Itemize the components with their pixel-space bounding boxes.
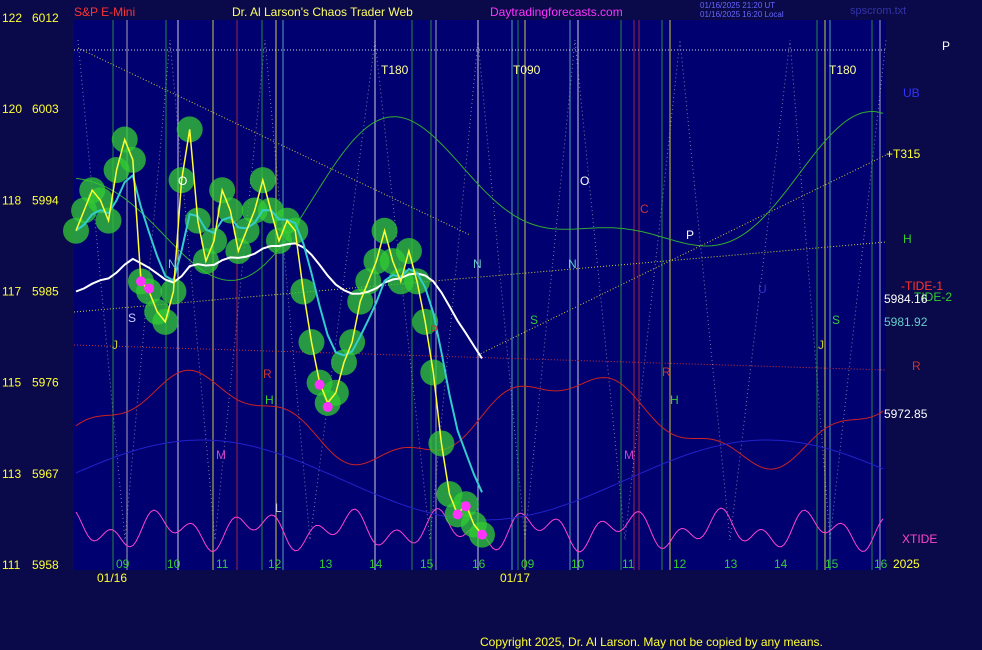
y-tick-outer: 111 <box>2 558 21 572</box>
x-tick-hour: 15 <box>420 557 434 571</box>
planet-letter: N <box>168 257 177 271</box>
x-tick-hour: 12 <box>268 557 282 571</box>
price-label: 5984.16 <box>884 292 928 306</box>
planet-letter: R <box>263 367 272 381</box>
chaos-trader-chart: S&P E-Mini Dr. Al Larson's Chaos Trader … <box>2 1 952 649</box>
x-tick-hour: 09 <box>116 557 130 571</box>
author-title: Dr. Al Larson's Chaos Trader Web <box>232 5 413 19</box>
planet-letter: J <box>818 338 824 352</box>
planet-letter: S <box>530 313 538 327</box>
x-tick-hour: 14 <box>369 557 383 571</box>
planet-letter: S <box>832 313 840 327</box>
y-tick-inner: 6012 <box>32 11 59 25</box>
right-label: R <box>912 359 921 373</box>
y-tick-outer: 115 <box>2 376 21 390</box>
y-tick-inner: 5958 <box>32 558 59 572</box>
right-label: +T315 <box>886 147 921 161</box>
x-tick-hour: 16 <box>472 557 486 571</box>
marker-dot <box>452 509 463 520</box>
time-marker: T180 <box>381 63 409 77</box>
marker-dot <box>135 276 146 287</box>
time-marker: T090 <box>513 63 541 77</box>
right-label: P <box>942 39 950 53</box>
y-tick-inner: 5967 <box>32 467 59 481</box>
planet-letter: O <box>580 174 589 188</box>
y-tick-outer: 113 <box>2 467 21 481</box>
y-tick-inner: 5976 <box>32 376 59 390</box>
x-tick-hour: 15 <box>825 557 839 571</box>
x-tick-hour: 10 <box>167 557 181 571</box>
marker-dot <box>460 501 471 512</box>
x-tick-hour: 11 <box>216 557 229 571</box>
y-tick-inner: 5985 <box>32 285 59 299</box>
planet-letter: P <box>686 228 694 242</box>
right-label: XTIDE <box>902 532 937 546</box>
planet-letter: H <box>265 393 274 407</box>
site-link[interactable]: Daytradingforecasts.com <box>490 5 623 19</box>
y-tick-outer: 118 <box>2 193 21 207</box>
x-tick-hour: 14 <box>774 557 788 571</box>
y-tick-inner: 6003 <box>32 102 59 116</box>
right-label: H <box>903 232 912 246</box>
chart-title: S&P E-Mini <box>74 5 135 19</box>
planet-letter: L <box>275 501 282 515</box>
planet-letter: P <box>430 323 438 337</box>
x-year-label: 2025 <box>893 557 920 571</box>
x-tick-hour: 12 <box>673 557 687 571</box>
planet-letter: J <box>112 338 118 352</box>
marker-dot <box>314 379 325 390</box>
data-file: spscrom.txt <box>850 5 906 17</box>
x-tick-hour: 13 <box>319 557 333 571</box>
planet-letter: C <box>640 202 649 216</box>
y-tick-inner: 5994 <box>32 193 59 207</box>
marker-dot <box>322 401 333 412</box>
x-tick-hour: 10 <box>571 557 585 571</box>
copyright: Copyright 2025, Dr. Al Larson. May not b… <box>480 635 823 649</box>
planet-letter: S <box>128 311 136 325</box>
y-tick-outer: 122 <box>2 11 22 25</box>
planet-letter: M <box>216 448 226 462</box>
x-tick-hour: 09 <box>521 557 535 571</box>
right-label: UB <box>903 86 920 100</box>
marker-dot <box>477 529 487 540</box>
planet-letter: N <box>473 257 482 271</box>
planet-letter: O <box>178 174 187 188</box>
time-marker: T180 <box>829 63 857 77</box>
x-tick-hour: 16 <box>874 557 888 571</box>
planet-letter: N <box>568 257 577 271</box>
y-tick-outer: 120 <box>2 102 22 116</box>
planet-letter: R <box>662 365 671 379</box>
x-tick-hour: 13 <box>724 557 738 571</box>
timestamp-ut: 01/16/2025 21:20 UT <box>700 1 775 10</box>
marker-dot <box>144 283 155 294</box>
timestamp-local: 01/16/2025 16:20 Local <box>700 10 784 19</box>
planet-letter: M <box>624 448 634 462</box>
planet-letter: H <box>670 393 679 407</box>
price-label: 5981.92 <box>884 315 928 329</box>
planet-letter: U <box>758 282 767 296</box>
x-tick-hour: 11 <box>622 557 635 571</box>
x-date-label: 01/16 <box>97 571 127 585</box>
y-tick-outer: 117 <box>2 285 21 299</box>
x-date-label: 01/17 <box>500 571 530 585</box>
price-label: 5972.85 <box>884 407 928 421</box>
